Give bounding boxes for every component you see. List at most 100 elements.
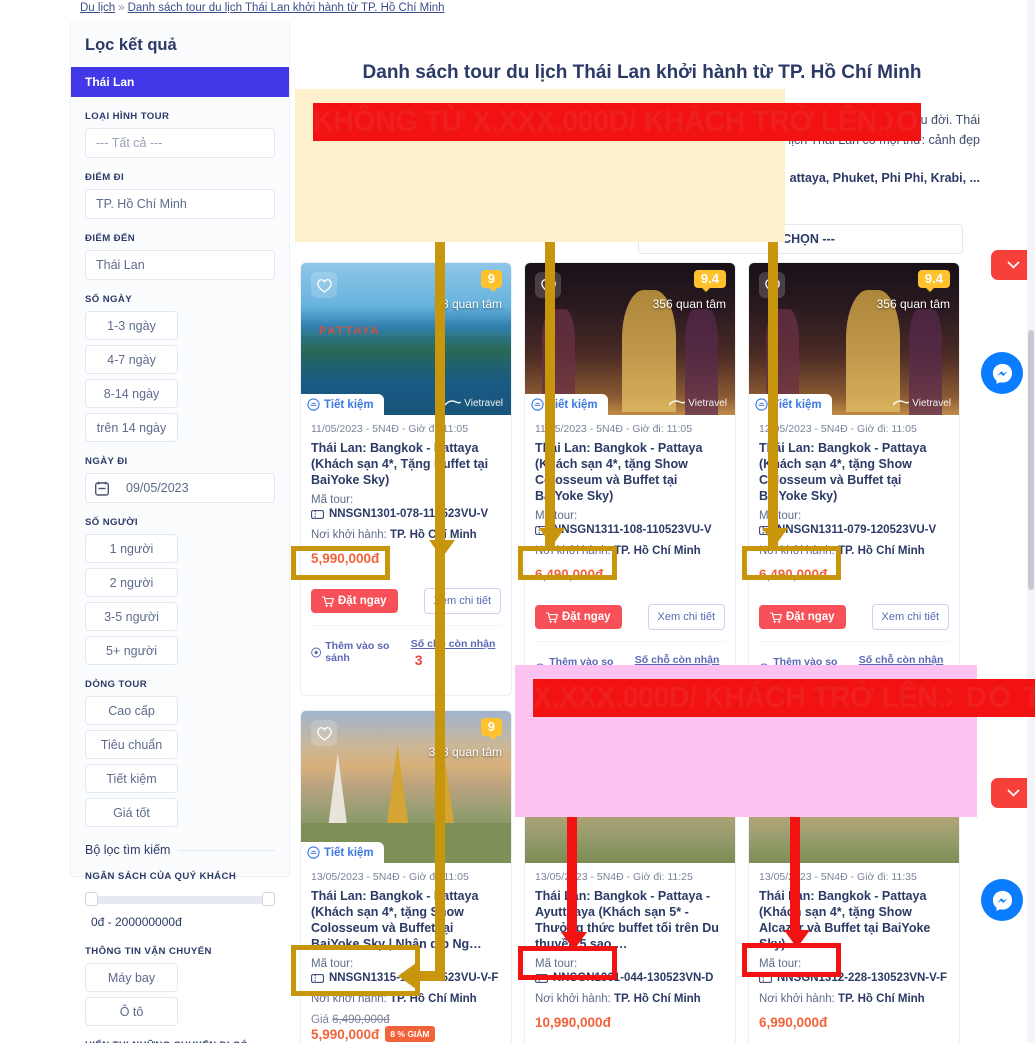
tour-thumbnail[interactable]: PATTAYA 9 58 quan tâm Tiết kiệm Vietrave…	[301, 263, 511, 415]
detail-button[interactable]: Xem chi tiết	[647, 604, 725, 630]
budget-slider-knob-min[interactable]	[85, 892, 98, 906]
savings-icon	[755, 398, 768, 411]
tour-line-tag: Tiết kiệm	[301, 842, 384, 863]
compare-icon	[311, 647, 322, 657]
tour-line-option-3[interactable]: Tiết kiệm	[85, 764, 178, 793]
tour-thumbnail[interactable]: 9.4 356 quan tâm Tiết kiệm Vietravel	[749, 263, 959, 415]
annotation-gold-line-vertical-3	[768, 230, 778, 548]
annotation-banner-yellow: GIÁ TOUR KHÔNG ÁP DỤNG ĐƯỢC DO KHÔNG TỪ …	[295, 89, 921, 242]
filter-sidebar: Lọc kết quả Thái Lan LOẠI HÌNH TOUR --- …	[70, 22, 290, 1043]
annotation-gold-line-vertical-1	[435, 230, 445, 560]
tour-meta: 12/05/2023 - 5N4Đ - Giờ đi: 11:05	[759, 423, 917, 435]
days-option-4[interactable]: trên 14 ngày	[85, 413, 178, 442]
seats-count: 3	[414, 652, 423, 668]
origin-input[interactable]: TP. Hồ Chí Minh	[85, 189, 275, 219]
sidebar-country-tab[interactable]: Thái Lan	[71, 67, 289, 97]
detail-button[interactable]: Xem chi tiết	[871, 604, 949, 630]
tour-row-1: PATTAYA 9 58 quan tâm Tiết kiệm Vietrave…	[300, 262, 980, 696]
tour-price: 5,990,000đ	[311, 1027, 380, 1042]
tour-price-wrap: 10,990,000đ	[535, 1014, 725, 1043]
price-highlight-box-gold-1	[291, 546, 390, 580]
rating-badge: 9.4	[917, 270, 950, 292]
favorite-icon[interactable]	[311, 720, 337, 746]
tour-card[interactable]: PATTAYA 9 58 quan tâm Tiết kiệm Vietrave…	[300, 262, 512, 696]
seats-wrap: Số chỗ còn nhận 3	[411, 634, 501, 670]
tour-from-label: Nơi khởi hành:	[311, 529, 387, 541]
people-option-1[interactable]: 1 người	[85, 534, 178, 563]
compare-label: Thêm vào so sánh	[325, 640, 390, 664]
tour-footer: Thêm vào so sánh Số chỗ còn nhận 3	[311, 625, 501, 670]
annotation-yellow-line-2: KHÔNG TỪ X.XXX.000D/ KHÁCH TRỞ LÊN.	[313, 103, 885, 141]
destination-input[interactable]: Thái Lan	[85, 250, 275, 280]
page-scrollbar[interactable]	[1027, 0, 1035, 1043]
rating-badge: 9	[480, 270, 502, 292]
people-option-4[interactable]: 5+ người	[85, 636, 178, 665]
tour-price-wrap: 6,990,000đ	[759, 1014, 949, 1043]
messenger-icon	[992, 363, 1012, 384]
breadcrumb-home[interactable]: Du lịch	[80, 2, 115, 14]
tour-title[interactable]: Thái Lan: Bangkok - Pattaya (Khách sạn 4…	[311, 888, 501, 952]
people-option-2[interactable]: 2 người	[85, 568, 178, 597]
cart-icon	[770, 611, 782, 623]
days-option-1[interactable]: 1-3 ngày	[85, 311, 178, 340]
tour-title[interactable]: Thái Lan: Bangkok - Pattaya (Khách sạn 4…	[759, 440, 949, 504]
discount-badge: 8 % GIẢM	[385, 1026, 435, 1042]
messenger-button-bottom[interactable]	[981, 879, 1023, 921]
cart-icon	[546, 611, 558, 623]
tour-price: 10,990,000đ	[535, 1015, 611, 1030]
tour-line-tag: Tiết kiệm	[301, 394, 384, 415]
tour-code-row: NNSGN1301-078-110523VU-V	[311, 508, 501, 520]
transport-option-car[interactable]: Ô tô	[85, 997, 178, 1026]
days-option-3[interactable]: 8-14 ngày	[85, 379, 178, 408]
book-button[interactable]: Đặt ngay	[535, 605, 622, 629]
transport-option-plane[interactable]: Máy bay	[85, 963, 178, 992]
annotation-gold-arrowhead-3	[762, 528, 788, 546]
annotation-gold-line-vertical-2	[545, 230, 555, 548]
book-button[interactable]: Đặt ngay	[759, 605, 846, 629]
price-highlight-box-gold-4	[291, 945, 420, 996]
rating-badge: 9.4	[693, 270, 726, 292]
brand-icon	[445, 400, 462, 406]
tour-meta: 11/05/2023 - 5N4Đ - Giờ đi: 11:05	[311, 423, 469, 435]
days-options: 1-3 ngày 4-7 ngày 8-14 ngày trên 14 ngày	[85, 311, 275, 442]
book-button-label: Đặt ngay	[786, 611, 835, 623]
price-highlight-box-red-1	[518, 946, 617, 980]
tour-from-row: Nơi khởi hành: TP. Hồ Chí Minh	[759, 993, 949, 1005]
brand-watermark: Vietravel	[893, 398, 951, 409]
interest-count: 58 quan tâm	[435, 297, 502, 311]
tour-thumbnail[interactable]: 9.4 356 quan tâm Tiết kiệm Vietravel	[525, 263, 735, 415]
tour-meta: 11/05/2023 - 5N4Đ - Giờ đi: 11:05	[535, 423, 693, 435]
tour-title[interactable]: Thái Lan: Bangkok - Pattaya (Khách sạn 4…	[535, 440, 725, 504]
tour-line-option-4[interactable]: Giá tốt	[85, 798, 178, 827]
people-option-3[interactable]: 3-5 người	[85, 602, 178, 631]
tour-type-select[interactable]: --- Tất cả ---	[85, 128, 275, 158]
tour-from-label: Nơi khởi hành:	[759, 993, 835, 1005]
tour-thumbnail[interactable]: 9 358 quan tâm Tiết kiệm	[301, 711, 511, 863]
budget-slider-knob-max[interactable]	[262, 892, 275, 906]
days-option-2[interactable]: 4-7 ngày	[85, 345, 178, 374]
tour-card[interactable]: 9.4 356 quan tâm Tiết kiệm Vietravel 12/…	[748, 262, 960, 696]
messenger-button-top[interactable]	[981, 352, 1023, 394]
depart-date-input[interactable]: 09/05/2023	[85, 473, 275, 503]
tour-actions: Đặt ngay Xem chi tiết	[759, 604, 949, 630]
tour-line-option-1[interactable]: Cao cấp	[85, 696, 178, 725]
tour-line-option-2[interactable]: Tiêu chuẩn	[85, 730, 178, 759]
favorite-icon[interactable]	[311, 272, 337, 298]
compare-button[interactable]: Thêm vào so sánh	[311, 640, 411, 664]
brand-icon	[893, 400, 910, 406]
calendar-icon	[94, 481, 110, 496]
breadcrumb-current[interactable]: Danh sách tour du lịch Thái Lan khởi hàn…	[128, 2, 445, 14]
messenger-icon	[992, 890, 1012, 911]
search-filter-heading: Bộ lọc tìm kiếm	[85, 843, 275, 857]
annotation-gold-line-vertical-4	[435, 560, 445, 980]
origin-label: ĐIỂM ĐI	[85, 172, 125, 183]
book-button-label: Đặt ngay	[562, 611, 611, 623]
book-button[interactable]: Đặt ngay	[311, 589, 398, 613]
destination-label: ĐIỂM ĐẾN	[85, 233, 136, 244]
tour-title[interactable]: Thái Lan: Bangkok - Pattaya (Khách sạn 4…	[311, 440, 501, 488]
tour-from-row: Nơi khởi hành: TP. Hồ Chí Minh	[311, 529, 501, 541]
breadcrumb-separator: »	[118, 2, 125, 14]
budget-slider[interactable]	[85, 892, 275, 906]
budget-label: NGÂN SÁCH CỦA QUÝ KHÁCH	[85, 871, 237, 882]
tour-card[interactable]: 9.4 356 quan tâm Tiết kiệm Vietravel 11/…	[524, 262, 736, 696]
